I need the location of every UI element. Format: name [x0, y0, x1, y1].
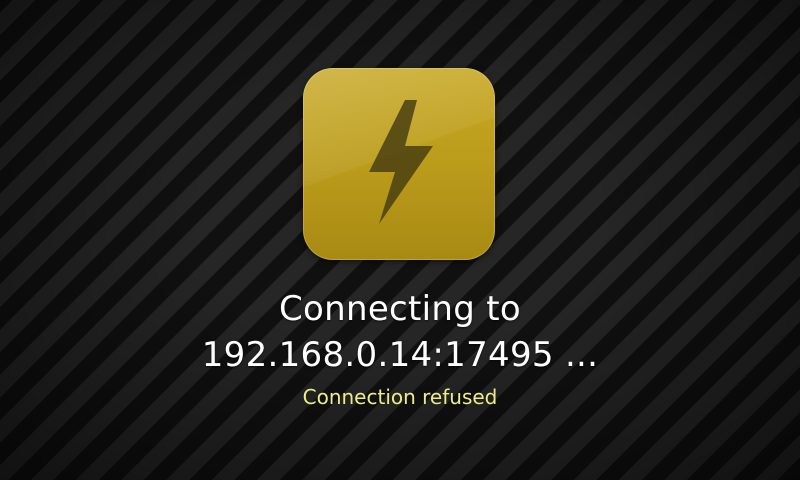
server-address: 192.168.0.14:17495 ... — [201, 335, 599, 375]
app-icon — [303, 68, 495, 260]
connection-status: Connecting to 192.168.0.14:17495 ... Con… — [0, 286, 800, 410]
lightning-bolt-icon — [369, 100, 433, 224]
error-message: Connection refused — [302, 385, 498, 409]
connecting-label: Connecting to — [279, 289, 521, 329]
